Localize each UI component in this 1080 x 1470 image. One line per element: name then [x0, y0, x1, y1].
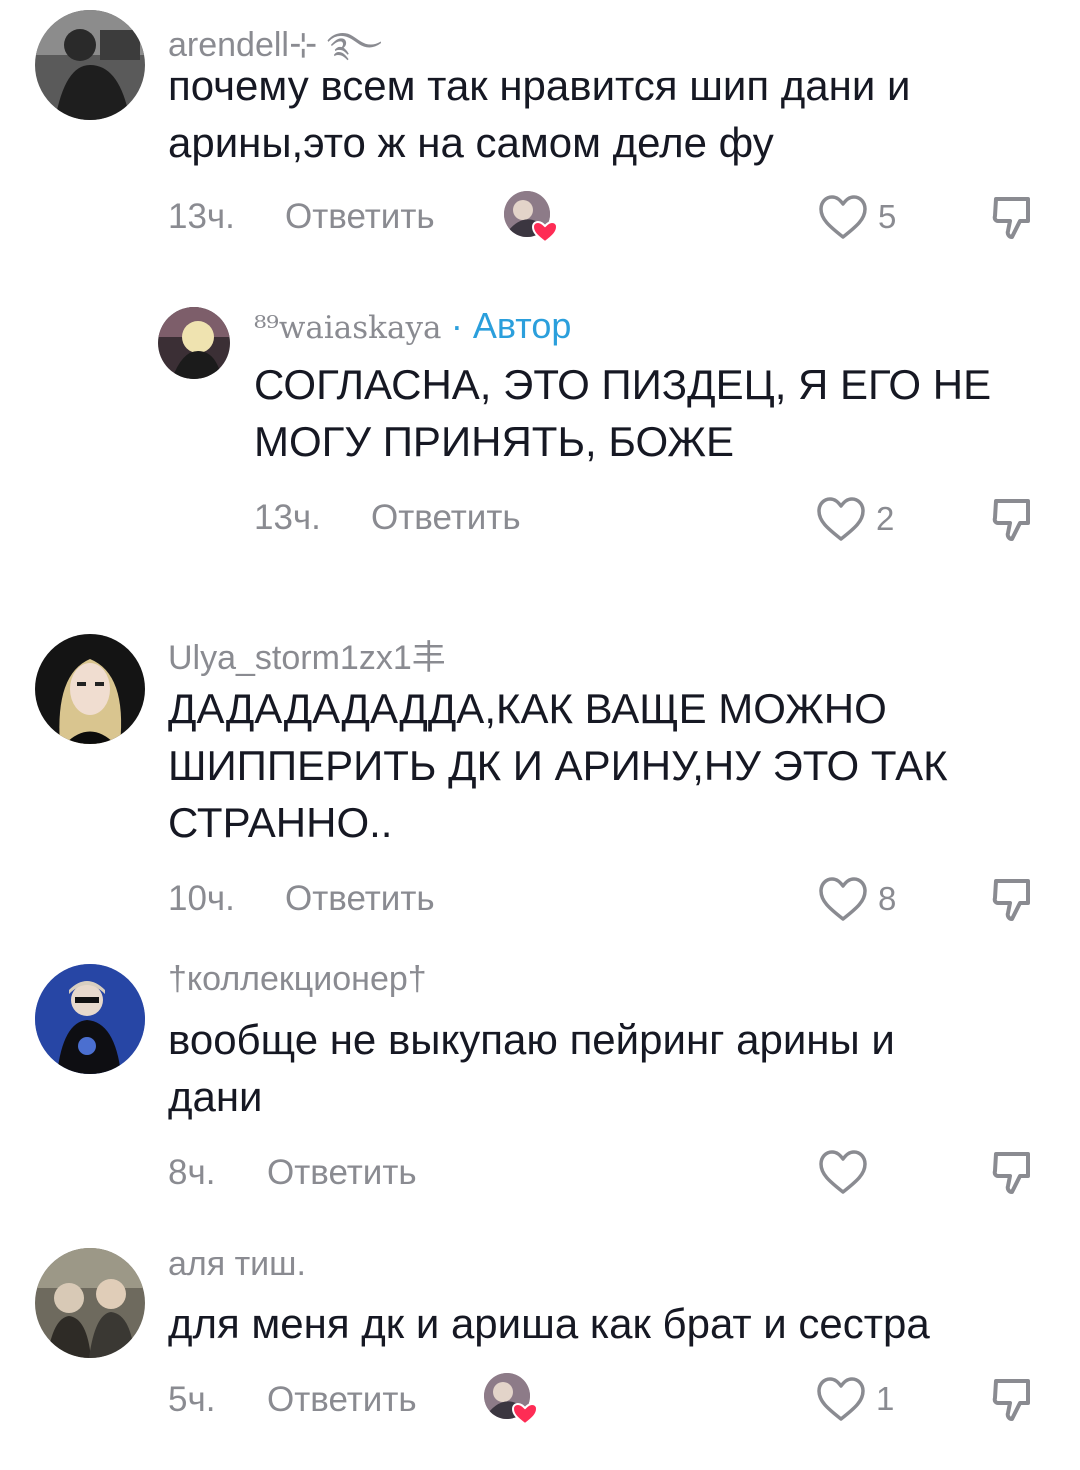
- heart-outline-icon[interactable]: [817, 875, 869, 923]
- reply-button[interactable]: Ответить: [267, 1153, 417, 1193]
- timestamp: 13ч.: [168, 197, 235, 236]
- comment-text-line: СОГЛАСНА, ЭТО ПИЗДЕЦ, Я ЕГО НЕ: [254, 361, 992, 408]
- creator-liked-heart-icon: [484, 1373, 539, 1426]
- heart-outline-icon[interactable]: [815, 1375, 867, 1423]
- comment-text: для меня дк и ариша как брат и сестра: [168, 1295, 930, 1352]
- avatar[interactable]: [35, 634, 145, 744]
- creator-liked-badge: [483, 1372, 539, 1428]
- reply-button[interactable]: Ответить: [371, 498, 521, 538]
- like-count: 5: [878, 198, 897, 235]
- heart-outline-icon[interactable]: [817, 193, 869, 241]
- comment-text-line: почему всем так нравится шип дани и: [168, 62, 911, 109]
- dislike-icon[interactable]: [990, 1375, 1040, 1425]
- dislike-icon[interactable]: [990, 1148, 1040, 1198]
- comment-text: почему всем так нравится шип дани и арин…: [168, 57, 910, 171]
- avatar[interactable]: [35, 10, 145, 120]
- like-count: 8: [878, 880, 897, 917]
- comment-text-line: арины,это ж на самом деле фу: [168, 119, 774, 166]
- comment-text-line: вообще не выкупаю пейринг арины и: [168, 1016, 895, 1063]
- reply-button[interactable]: Ответить: [285, 197, 435, 237]
- dislike-icon[interactable]: [990, 495, 1040, 545]
- avatar[interactable]: [35, 1248, 145, 1358]
- comment-text-line: дани: [168, 1073, 263, 1120]
- dislike-icon[interactable]: [990, 875, 1040, 925]
- username[interactable]: аля тиш.: [168, 1245, 306, 1284]
- creator-liked-badge: [503, 190, 559, 246]
- reply-button[interactable]: Ответить: [267, 1380, 417, 1420]
- comment-text: ДАДАДАДАДДА,КАК ВАЩЕ МОЖНО ШИППЕРИТЬ ДК …: [168, 680, 948, 851]
- avatar[interactable]: [35, 964, 145, 1074]
- comment-text: СОГЛАСНА, ЭТО ПИЗДЕЦ, Я ЕГО НЕ МОГУ ПРИН…: [254, 356, 991, 470]
- avatar[interactable]: [158, 307, 230, 379]
- timestamp: 10ч.: [168, 879, 235, 918]
- reply-button[interactable]: Ответить: [285, 879, 435, 919]
- comment-text: вообще не выкупаю пейринг арины и дани: [168, 1011, 895, 1125]
- username[interactable]: ⁸⁹waiaskaya: [254, 310, 441, 346]
- heart-outline-icon[interactable]: [815, 495, 867, 543]
- like-count: 1: [876, 1380, 895, 1417]
- username[interactable]: Ulya_storm1zx1丰: [168, 630, 446, 679]
- username-row: ⁸⁹waiaskaya · Автор: [254, 305, 571, 347]
- username[interactable]: †коллекционер†: [168, 960, 427, 999]
- heart-outline-icon[interactable]: [817, 1148, 869, 1196]
- timestamp: 5ч.: [168, 1380, 216, 1419]
- timestamp: 13ч.: [254, 498, 321, 537]
- comment-text-line: ДАДАДАДАДДА,КАК ВАЩЕ МОЖНО: [168, 685, 887, 732]
- creator-liked-heart-icon: [504, 191, 559, 244]
- author-badge: · Автор: [450, 305, 572, 346]
- comment-text-line: для меня дк и ариша как брат и сестра: [168, 1300, 930, 1347]
- comment-text-line: СТРАННО..: [168, 799, 393, 846]
- comment-text-line: МОГУ ПРИНЯТЬ, БОЖЕ: [254, 418, 734, 465]
- dislike-icon[interactable]: [990, 193, 1040, 243]
- comment-text-line: ШИППЕРИТЬ ДК И АРИНУ,НУ ЭТО ТАК: [168, 742, 948, 789]
- like-count: 2: [876, 500, 895, 537]
- timestamp: 8ч.: [168, 1153, 216, 1192]
